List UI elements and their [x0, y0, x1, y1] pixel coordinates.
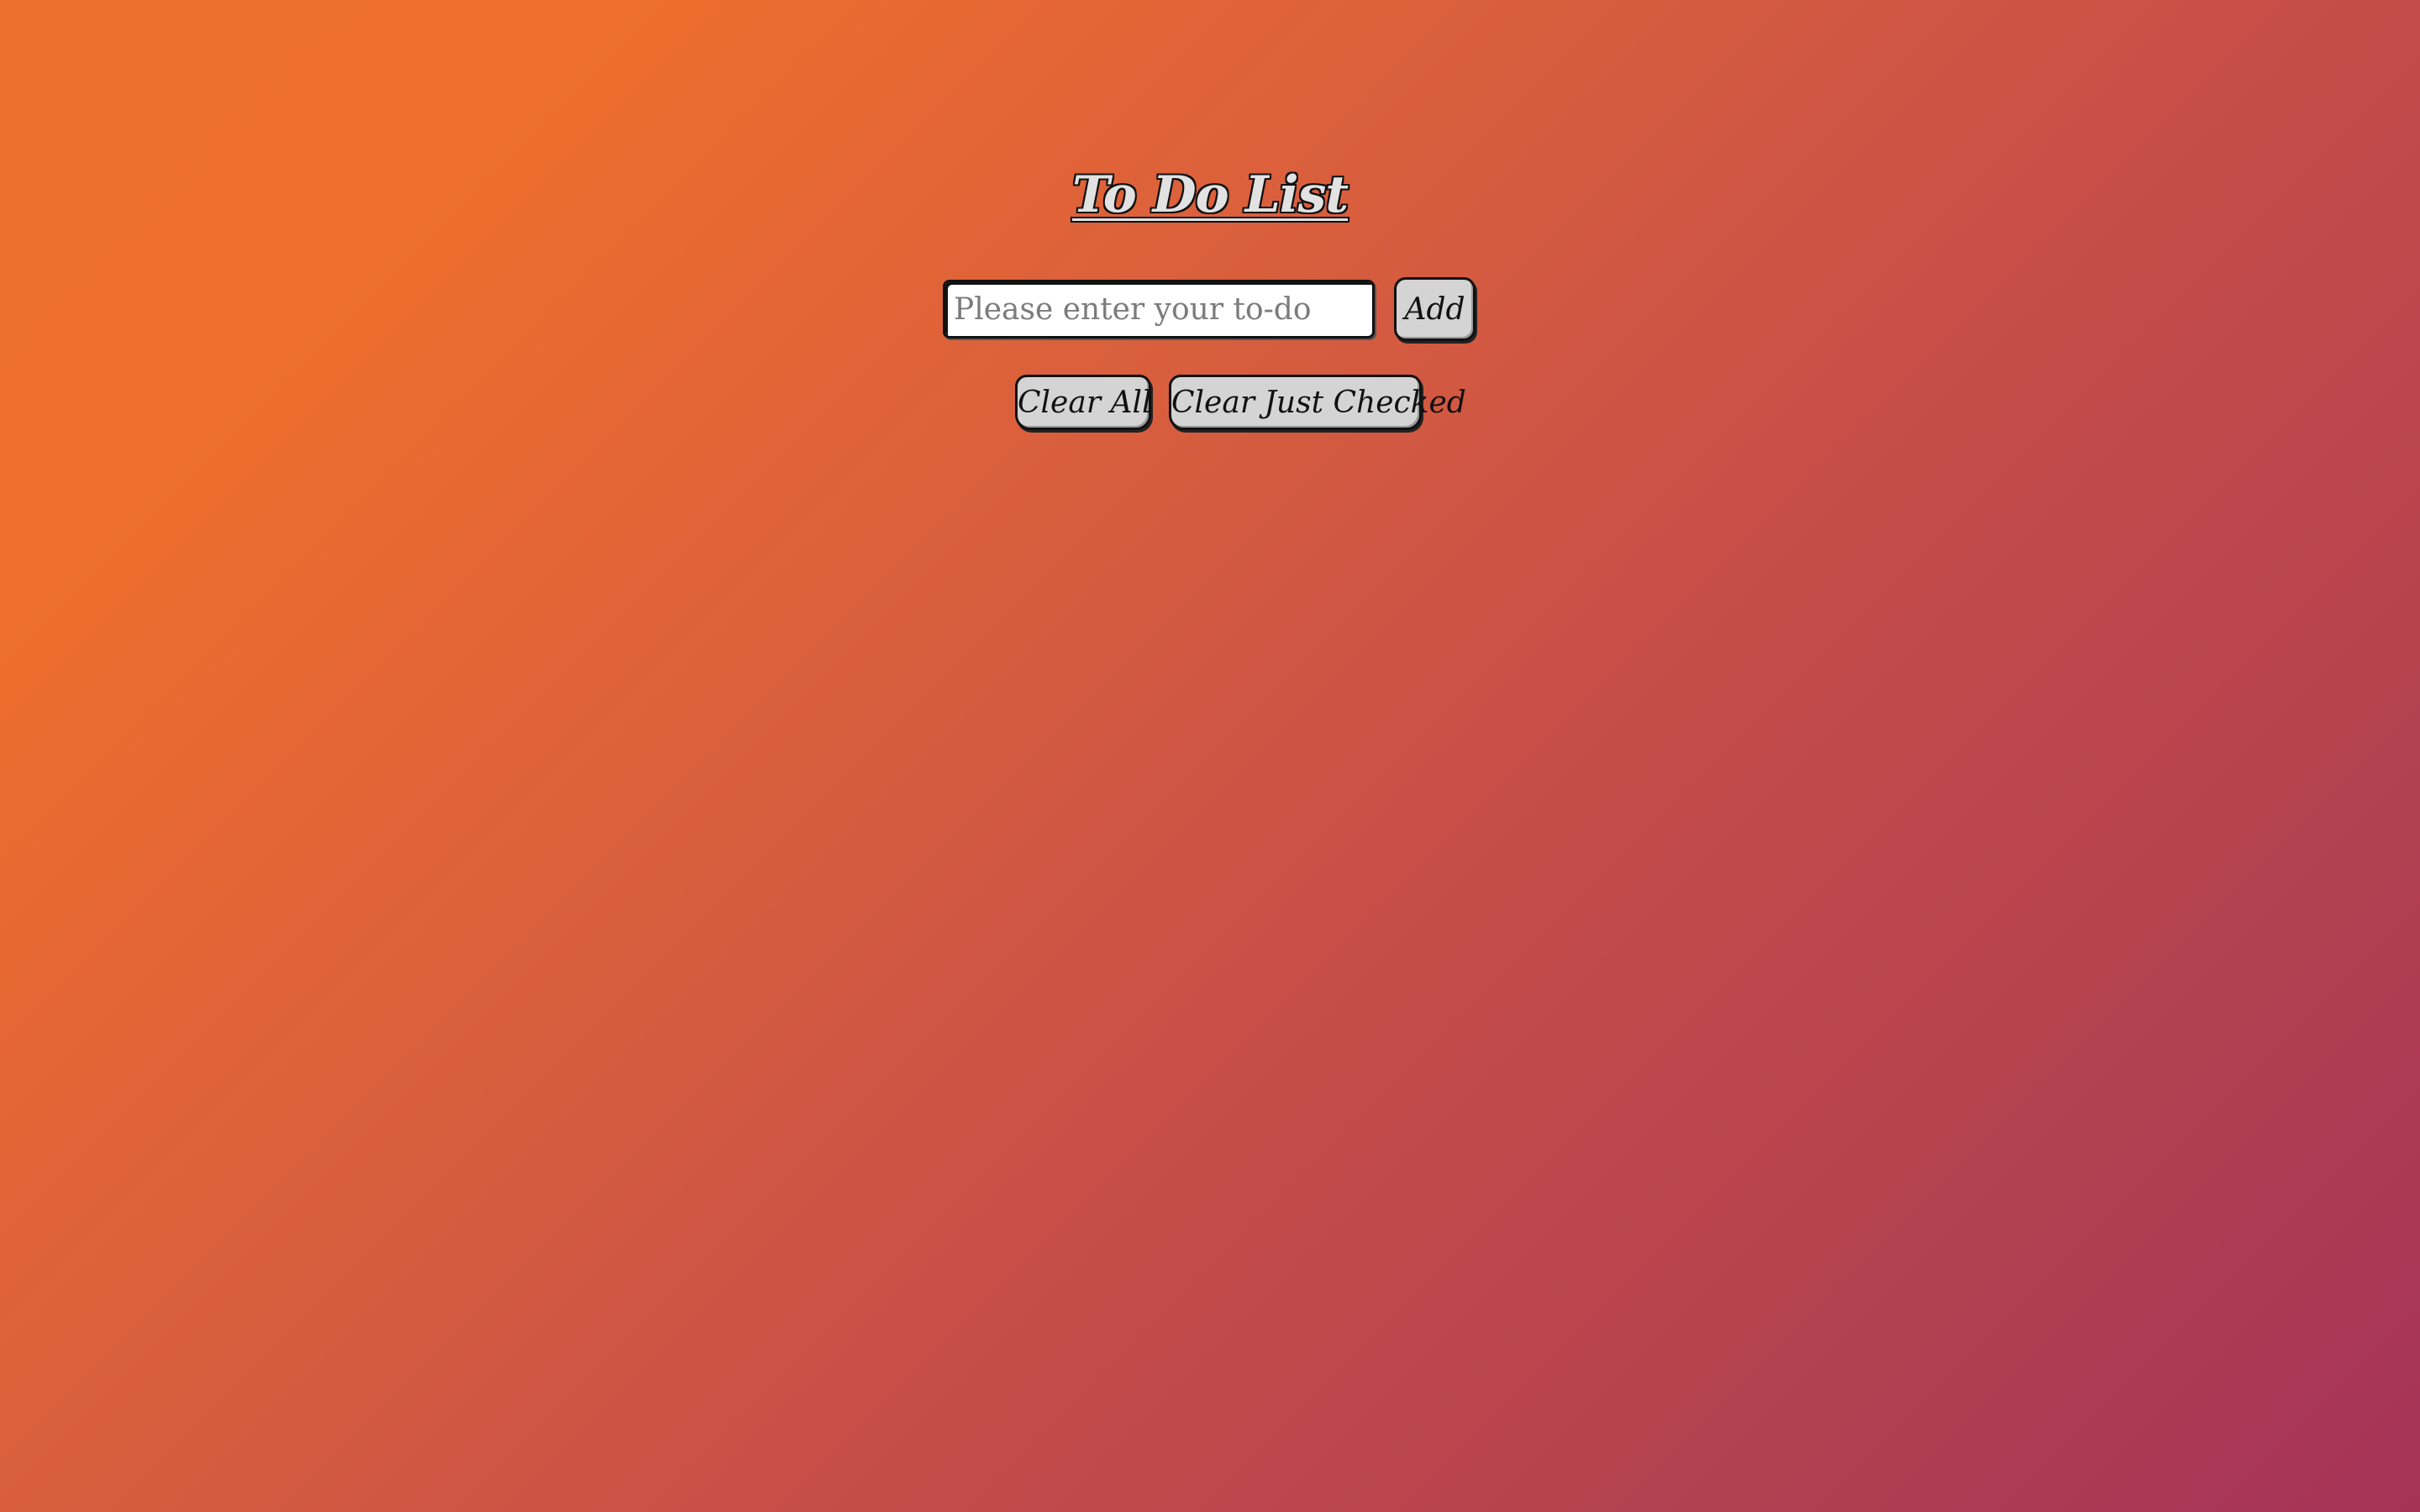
- clear-all-button[interactable]: Clear All: [1015, 375, 1152, 430]
- page-title: To Do List: [1071, 165, 1349, 224]
- todo-app: To Do List Add Clear All Clear Just Chec…: [0, 0, 2420, 1512]
- clear-just-checked-button[interactable]: Clear Just Checked: [1169, 375, 1466, 430]
- todo-input[interactable]: [943, 280, 1375, 339]
- add-button[interactable]: Add: [1394, 277, 1476, 341]
